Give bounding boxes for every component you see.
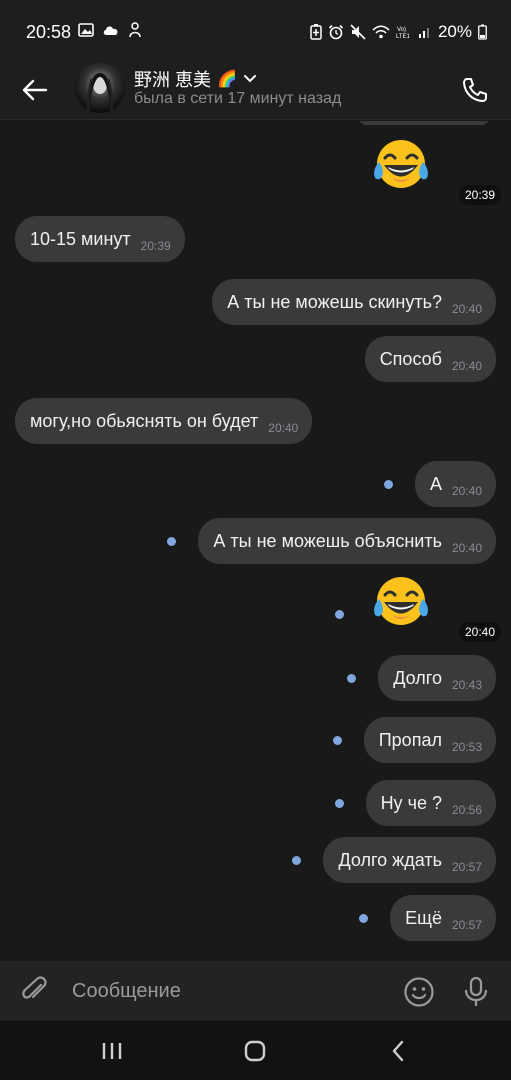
notification-app-icon [129, 22, 141, 38]
unread-indicator [383, 480, 393, 489]
svg-text:LTE1: LTE1 [396, 34, 411, 39]
status-time: 20:58 [26, 22, 72, 42]
outgoing-message-bubble[interactable]: А ты не можешь скинуть? 20:40 [212, 279, 496, 325]
message-text: Ещё [405, 907, 442, 928]
unread-indicator [292, 856, 302, 865]
message-time: 20:40 [451, 541, 482, 555]
outgoing-message-bubble[interactable]: Долго 20:43 [378, 655, 496, 701]
message-time: 20:40 [451, 359, 482, 373]
system-back-button[interactable] [378, 1035, 418, 1067]
message-text: 10-15 минут [30, 228, 131, 249]
outgoing-message-bubble[interactable]: Долго ждать 20:57 [323, 837, 496, 883]
rainbow-emoji: 🌈 [217, 71, 237, 88]
unread-indicator [347, 674, 357, 683]
unread-indicator [334, 799, 344, 808]
cloud-icon [103, 26, 118, 35]
message-text: А ты не можешь скинуть? [227, 291, 442, 312]
message-time: 20:57 [451, 918, 482, 932]
smiley-icon [404, 977, 434, 1007]
svg-text:Vo): Vo) [397, 27, 406, 33]
emoji-message[interactable] [371, 136, 431, 196]
message-text: Долго ждать [338, 849, 442, 870]
message-text: Ну че ? [380, 792, 442, 813]
home-button[interactable] [235, 1035, 275, 1067]
message-time: 20:40 [458, 622, 501, 642]
message-text: Способ [379, 348, 442, 369]
avatar[interactable] [75, 63, 125, 113]
recent-apps-button[interactable] [92, 1035, 132, 1067]
unread-indicator [332, 736, 342, 745]
message-time: 20:39 [140, 239, 171, 253]
mute-icon [350, 24, 366, 40]
battery-saver-icon [310, 24, 322, 40]
message-text: Пропал [378, 729, 442, 750]
message-text: А [429, 473, 442, 494]
recent-apps-icon [102, 1043, 122, 1059]
chevron-left-icon [392, 1040, 404, 1062]
signal-icon [418, 28, 429, 38]
outgoing-message-bubble[interactable]: Ещё 20:57 [390, 895, 496, 941]
outgoing-message-bubble[interactable]: Ну че ? 20:56 [365, 780, 496, 826]
attach-button[interactable] [18, 974, 52, 1008]
previous-message-bubble[interactable] [358, 121, 490, 125]
battery-percent: 20% [437, 22, 472, 41]
alarm-icon [328, 24, 344, 40]
unread-indicator [335, 610, 344, 619]
paperclip-icon [22, 976, 47, 999]
call-button[interactable] [457, 72, 493, 108]
message-time: 20:40 [451, 484, 482, 498]
message-time: 20:40 [268, 421, 299, 435]
last-seen-status: была в сети 17 минут назад [134, 90, 342, 107]
outgoing-message-bubble[interactable]: Пропал 20:53 [363, 717, 496, 763]
emoji-message[interactable] [371, 573, 431, 633]
voice-message-button[interactable] [458, 974, 494, 1010]
laughing-tears-emoji-icon [374, 577, 428, 625]
contact-name[interactable]: 野洲 恵美 🌈 [134, 66, 257, 92]
battery-icon [478, 24, 487, 40]
home-icon [244, 1040, 266, 1062]
message-time: 20:43 [451, 678, 482, 692]
message-text: могу,но обьяснять он будет [30, 410, 259, 431]
system-nav-bar [0, 1021, 511, 1080]
incoming-message-bubble[interactable]: 10-15 минут 20:39 [15, 216, 185, 262]
laughing-tears-emoji-icon [374, 140, 428, 188]
status-right-icons: Vo) LTE1 20% [310, 22, 487, 42]
message-composer [0, 961, 511, 1021]
avatar-image [86, 72, 114, 113]
outgoing-message-bubble[interactable]: А 20:40 [414, 461, 496, 507]
wifi-icon [372, 25, 390, 39]
message-list[interactable]: 20:39 10-15 минут 20:39 А ты не можешь скин… [0, 121, 511, 961]
gallery-icon [78, 23, 94, 37]
contact-name-text: 野洲 恵美 [134, 70, 212, 90]
message-time: 20:39 [458, 185, 501, 205]
back-button[interactable] [18, 73, 52, 107]
message-time: 20:53 [451, 740, 482, 754]
message-time: 20:57 [451, 860, 482, 874]
unread-indicator [359, 914, 369, 923]
message-time: 20:40 [451, 302, 482, 316]
incoming-message-bubble[interactable]: могу,но обьяснять он будет 20:40 [15, 398, 313, 444]
message-text: А ты не можешь объяснить [213, 530, 442, 551]
chat-header: 野洲 恵美 🌈 была в сети 17 минут назад [0, 60, 511, 120]
arrow-left-icon [22, 79, 48, 101]
phone-icon [463, 78, 487, 102]
emoji-button[interactable] [401, 974, 437, 1010]
microphone-icon [464, 976, 488, 1006]
chevron-down-icon[interactable] [243, 74, 257, 84]
status-left-icons [78, 22, 142, 38]
status-bar: 20:58 Vo) LTE1 20% [0, 0, 511, 60]
message-text: Долго [393, 667, 442, 688]
message-input[interactable] [72, 976, 372, 1006]
unread-indicator [167, 537, 177, 546]
outgoing-message-bubble[interactable]: Способ 20:40 [364, 336, 496, 382]
volte-icon: Vo)LTE1 [396, 27, 411, 39]
message-time: 20:56 [451, 803, 482, 817]
outgoing-message-bubble[interactable]: А ты не можешь объяснить 20:40 [198, 518, 496, 564]
